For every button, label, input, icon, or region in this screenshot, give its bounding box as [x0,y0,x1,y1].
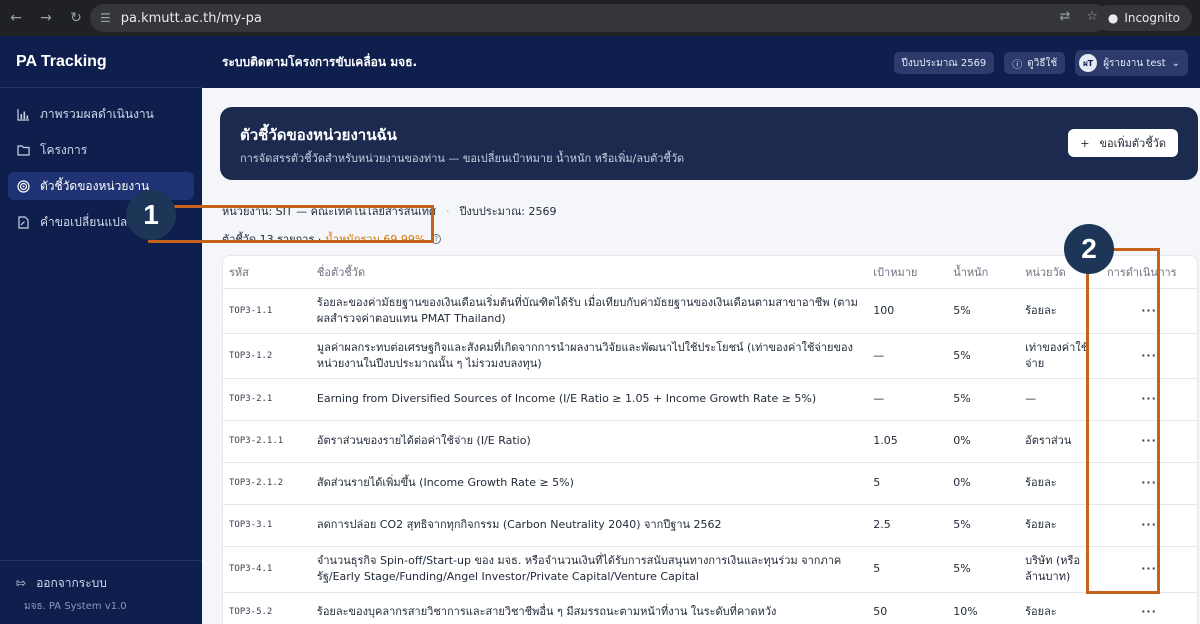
avatar: ผT [1079,54,1098,72]
annotation-highlight-2 [1086,248,1160,594]
kpi-code: TOP3-5.2 [223,592,311,624]
incognito-icon: ● [1107,11,1119,25]
col-header-target[interactable]: เป้าหมาย [867,256,948,289]
kpi-target: — [867,378,948,421]
annotation-highlight-1 [148,205,434,243]
help-label: ดูวิธีใช้ [1027,57,1058,69]
fiscal-info: ปีงบประมาณ: 2569 [459,205,557,218]
sidebar-item-label: ตัวชี้วัดของหน่วยงาน [40,178,150,193]
help-circle-icon: ⓘ [1012,59,1023,71]
sidebar-item-label: โครงการ [40,142,88,157]
kpi-code: TOP3-1.1 [223,288,311,334]
logout-button[interactable]: ⇰ ออกจากระบบ [8,571,194,595]
kpi-name: จำนวนธุรกิจ Spin-off/Start-up ของ มจธ. ห… [310,546,868,593]
row-actions-button[interactable]: ··· [1101,592,1197,624]
system-title: ระบบติดตามโครงการขับเคลื่อน มจธ. [222,54,418,69]
bar-chart-icon [16,107,30,121]
back-arrow-icon[interactable]: ← [8,10,24,26]
sidebar-footer: ⇰ ออกจากระบบ มจธ. PA System v1.0 [0,560,202,624]
url-text: pa.kmutt.ac.th/my-pa [120,10,262,26]
kpi-name: Earning from Diversified Sources of Inco… [310,378,868,421]
table-header-row: รหัส ชื่อตัวชี้วัด เป้าหมาย น้ำหนัก หน่ว… [223,256,1197,289]
kpi-target: 100 [867,288,948,334]
col-header-name[interactable]: ชื่อตัวชี้วัด [310,256,868,289]
kpi-code: TOP3-2.1 [223,378,311,421]
fiscal-year-badge[interactable]: ปีงบประมาณ 2569 [893,52,995,74]
table-row: TOP3-2.1.1 อัตราส่วนของรายได้ต่อค่าใช้จ่… [223,420,1197,463]
kpi-weight: 5% [947,288,1020,334]
add-kpi-label: ขอเพิ่มตัวชี้วัด [1099,137,1167,150]
kpi-weight: 5% [947,333,1020,379]
plus-icon: + [1080,136,1090,150]
kpi-target: — [867,333,948,379]
logout-icon: ⇰ [16,576,27,590]
kpi-name: อัตราส่วนของรายได้ต่อค่าใช้จ่าย (I/E Rat… [310,420,868,463]
kpi-target: 1.05 [867,420,948,463]
kpi-weight: 10% [947,592,1020,624]
kpi-name: ลดการปล่อย CO2 สุทธิจากทุกกิจกรรม (Carbo… [310,504,868,547]
table-row: TOP3-2.1 Earning from Diversified Source… [223,378,1197,421]
kpi-target: 5 [867,546,948,593]
add-kpi-button[interactable]: + ขอเพิ่มตัวชี้วัด [1068,129,1178,157]
browser-toolbar: ← → ↻ ☰ pa.kmutt.ac.th/my-pa ⇄ ☆ [0,0,1200,36]
help-button[interactable]: ⓘ ดูวิธีใช้ [1004,52,1066,74]
kpi-table: รหัส ชื่อตัวชี้วัด เป้าหมาย น้ำหนัก หน่ว… [222,255,1198,624]
incognito-badge[interactable]: ● Incognito [1095,5,1192,31]
col-header-code[interactable]: รหัส [223,256,311,289]
kpi-code: TOP3-3.1 [223,504,311,547]
table-row: TOP3-1.1 ร้อยละของค่ามัธยฐานของเงินเดือน… [223,288,1197,334]
page-subtitle: การจัดสรรตัวชี้วัดสำหรับหน่วยงานของท่าน … [240,152,685,165]
forward-arrow-icon[interactable]: → [38,10,54,26]
sidebar-item-overview[interactable]: ภาพรวมผลดำเนินงาน [8,100,194,128]
sidebar: PA Tracking ภาพรวมผลดำเนินงาน โครงการ ตั… [0,36,202,624]
sidebar-item-projects[interactable]: โครงการ [8,136,194,164]
kpi-name: มูลค่าผลกระทบต่อเศรษฐกิจและสังคมที่เกิดจ… [310,333,868,379]
table-row: TOP3-2.1.2 สัดส่วนรายได้เพิ่มขึ้น (Incom… [223,462,1197,505]
kpi-code: TOP3-2.1.2 [223,462,311,505]
app-version: มจธ. PA System v1.0 [24,601,127,612]
reload-icon[interactable]: ↻ [68,10,84,26]
page-banner: ตัวชี้วัดของหน่วยงานฉัน การจัดสรรตัวชี้ว… [220,107,1198,180]
table-row: TOP3-5.2 ร้อยละของบุคลากรสายวิชาการและสา… [223,592,1197,624]
kpi-weight: 0% [947,420,1020,463]
kpi-weight: 5% [947,378,1020,421]
kpi-target: 5 [867,462,948,505]
annotation-marker-2: 2 [1064,224,1114,274]
kpi-weight: 5% [947,546,1020,593]
translate-icon[interactable]: ⇄ [1059,9,1070,24]
table-row: TOP3-4.1 จำนวนธุรกิจ Spin-off/Start-up ข… [223,546,1197,593]
kpi-weight: 0% [947,462,1020,505]
top-header: ระบบติดตามโครงการขับเคลื่อน มจธ. ปีงบประ… [202,36,1200,88]
kpi-target: 2.5 [867,504,948,547]
app-brand: PA Tracking [0,36,202,88]
sidebar-item-label: ภาพรวมผลดำเนินงาน [40,106,154,121]
col-header-weight[interactable]: น้ำหนัก [947,256,1020,289]
logout-label: ออกจากระบบ [36,575,107,590]
table-row: TOP3-1.2 มูลค่าผลกระทบต่อเศรษฐกิจและสังค… [223,333,1197,379]
address-bar[interactable]: ☰ pa.kmutt.ac.th/my-pa ⇄ ☆ [90,4,1108,32]
kpi-weight: 5% [947,504,1020,547]
table-row: TOP3-3.1 ลดการปล่อย CO2 สุทธิจากทุกกิจกร… [223,504,1197,547]
incognito-label: Incognito [1124,11,1180,25]
chevron-down-icon: ⌄ [1171,57,1180,69]
kpi-name: ร้อยละของค่ามัธยฐานของเงินเดือนเริ่มต้นท… [310,288,868,334]
kpi-target: 50 [867,592,948,624]
kpi-code: TOP3-2.1.1 [223,420,311,463]
target-icon [16,179,30,193]
annotation-marker-1: 1 [126,190,176,240]
user-name: ผู้รายงาน test [1103,57,1166,69]
kpi-name: สัดส่วนรายได้เพิ่มขึ้น (Income Growth Ra… [310,462,868,505]
main-content: ตัวชี้วัดของหน่วยงานฉัน การจัดสรรตัวชี้ว… [202,88,1200,624]
folder-icon [16,143,30,157]
kpi-name: ร้อยละของบุคลากรสายวิชาการและสายวิชาชีพอ… [310,592,868,624]
page-title: ตัวชี้วัดของหน่วยงานฉัน [240,126,397,144]
kpi-code: TOP3-1.2 [223,333,311,379]
user-menu[interactable]: ผT ผู้รายงาน test ⌄ [1075,50,1188,76]
kpi-code: TOP3-4.1 [223,546,311,593]
site-settings-icon[interactable]: ☰ [100,11,111,25]
document-edit-icon [16,215,30,229]
kpi-unit: ร้อยละ [1019,592,1102,624]
